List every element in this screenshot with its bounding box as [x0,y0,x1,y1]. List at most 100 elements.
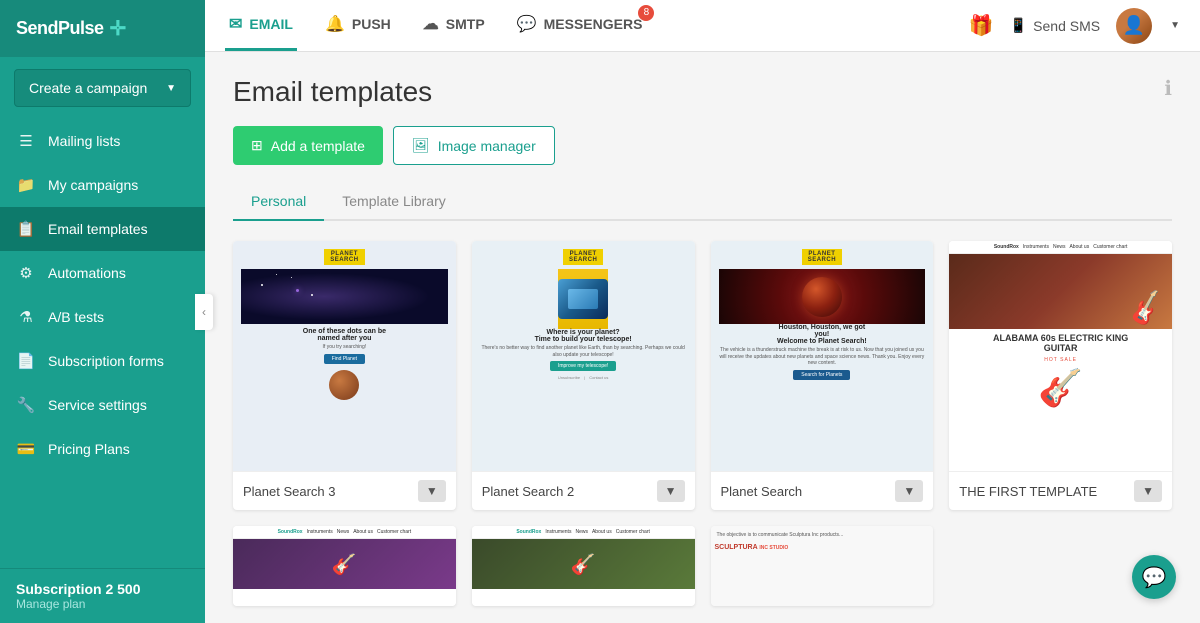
ab-tests-icon: ⚗ [16,308,36,326]
nav-item-smtp[interactable]: ☁ SMTP [419,0,489,51]
sr-title: ALABAMA 60s ELECTRIC KINGGUITAR [949,329,1172,357]
soundrox-3-preview: SoundRox Instruments News About us Custo… [472,526,695,606]
sr-guitar-img: 🎸 [949,367,1172,409]
ps3-planet-thumb [329,370,359,400]
ps-planet-image [719,269,926,324]
sidebar-item-mailing-lists[interactable]: ☰ Mailing lists [0,119,205,163]
templates-icon: 📋 [16,220,36,238]
template-thumbnail[interactable]: PLANETSEARCH One of these dots can benam… [233,241,456,471]
ps-badge: PLANETSEARCH [563,249,603,265]
template-footer: Planet Search 2 ▼ [472,471,695,510]
sidebar-item-pricing-plans[interactable]: 💳 Pricing Plans [0,427,205,471]
template-thumbnail[interactable]: SoundRox Instruments News About us Custo… [472,526,695,606]
campaigns-icon: 📁 [16,176,36,194]
template-action-dropdown[interactable]: ▼ [895,480,923,502]
sr-nav: SoundRox Instruments News About us Custo… [949,241,1172,254]
sr-hero-image: 🎸 [949,254,1172,329]
chat-button[interactable]: 💬 [1132,555,1176,599]
nav-item-label: SMTP [446,16,485,32]
user-avatar[interactable]: 👤 [1116,8,1152,44]
nav-item-email[interactable]: ✉ EMAIL [225,0,297,51]
sr-nav: SoundRox Instruments News About us Custo… [233,526,456,539]
sidebar-item-label: My campaigns [48,177,138,193]
ps-badge: PLANETSEARCH [802,249,842,265]
template-thumbnail[interactable]: SoundRox Instruments News About us Custo… [233,526,456,606]
sidebar-item-label: Automations [48,265,126,281]
sr2-hero: 🎸 [233,539,456,589]
dropdown-caret-icon: ▼ [166,83,176,94]
main-content: ✉ EMAIL 🔔 PUSH ☁ SMTP 💬 MESSENGERS 8 🎁 📱… [205,0,1200,623]
add-template-button[interactable]: ⊞ Add a template [233,126,383,165]
planet-search-3-preview: PLANETSEARCH One of these dots can benam… [233,241,456,471]
template-card-planet-search: PLANETSEARCH Houston, Houston, we gotyou… [711,241,934,510]
template-card-soundrox-2: SoundRox Instruments News About us Custo… [472,526,695,606]
push-nav-icon: 🔔 [325,14,345,34]
action-buttons: ⊞ Add a template 🖼 Image manager [233,126,1172,165]
tab-personal[interactable]: Personal [233,183,324,221]
tab-template-library[interactable]: Template Library [324,183,464,221]
nav-item-label: PUSH [352,16,391,32]
info-icon[interactable]: ℹ [1164,76,1172,101]
nav-item-messengers-wrapper: 💬 MESSENGERS 8 [513,14,655,37]
galaxy-image [241,269,448,324]
image-manager-label: Image manager [438,138,536,154]
sidebar: SendPulse ✛ Create a campaign ▼ ☰ Mailin… [0,0,205,623]
page-title: Email templates [233,76,432,108]
sidebar-item-automations[interactable]: ⚙ Automations [0,251,205,295]
planet-search-preview: PLANETSEARCH Houston, Houston, we gotyou… [711,241,934,471]
sidebar-item-email-templates[interactable]: 📋 Email templates [0,207,205,251]
ps3-cta: Find Planet [324,354,365,364]
template-action-dropdown[interactable]: ▼ [657,480,685,502]
avatar-caret-icon[interactable]: ▼ [1170,20,1180,31]
sr-brand: SoundRox [994,244,1019,250]
ps2-cta: Improve my telescope! [550,361,616,371]
sr-brand: SoundRox [516,529,541,535]
sidebar-item-ab-tests[interactable]: ⚗ A/B tests [0,295,205,339]
soundrox-2-preview: SoundRox Instruments News About us Custo… [233,526,456,606]
settings-icon: 🔧 [16,396,36,414]
template-thumbnail[interactable]: PLANETSEARCH Houston, Houston, we gotyou… [711,241,934,471]
sidebar-logo: SendPulse ✛ [0,0,205,57]
ps-badge: PLANETSEARCH [324,249,364,265]
ps2-headline: Where is your planet?Time to build your … [535,329,632,343]
messengers-badge: 8 [638,5,654,21]
sc-text: The objective is to communicate Sculptur… [715,530,930,541]
sc-logo: SCULPTURA INC STUDIO [715,544,930,551]
list-icon: ☰ [16,132,36,150]
template-card-first-template: SoundRox Instruments News About us Custo… [949,241,1172,510]
create-campaign-button[interactable]: Create a campaign ▼ [14,69,191,107]
sidebar-collapse-button[interactable]: ‹ [195,294,213,330]
sr-nav: SoundRox Instruments News About us Custo… [472,526,695,539]
image-manager-button[interactable]: 🖼 Image manager [393,126,555,165]
template-name: Planet Search [721,484,803,499]
template-thumbnail[interactable]: SoundRox Instruments News About us Custo… [949,241,1172,471]
sidebar-item-service-settings[interactable]: 🔧 Service settings [0,383,205,427]
email-nav-icon: ✉ [229,14,242,34]
template-thumbnail[interactable]: The objective is to communicate Sculptur… [711,526,934,606]
template-action-dropdown[interactable]: ▼ [1134,480,1162,502]
nav-item-label: MESSENGERS [544,16,643,32]
forms-icon: 📄 [16,352,36,370]
ps3-headline: One of these dots can benamed after you [303,328,386,342]
template-thumbnail[interactable]: PLANETSEARCH Where is your planet?Time t… [472,241,695,471]
brand-name: SendPulse [16,18,104,39]
create-campaign-label: Create a campaign [29,80,147,96]
manage-plan-link[interactable]: Manage plan [16,597,189,611]
gift-icon[interactable]: 🎁 [969,13,994,38]
send-sms-button[interactable]: 📱 Send SMS [1010,17,1100,34]
phone-icon: 📱 [1010,17,1027,34]
nav-item-messengers[interactable]: 💬 MESSENGERS [513,14,647,37]
sidebar-footer: Subscription 2 500 Manage plan [0,568,205,623]
template-footer: Planet Search ▼ [711,471,934,510]
nav-item-push[interactable]: 🔔 PUSH [321,0,395,51]
template-footer: Planet Search 3 ▼ [233,471,456,510]
template-action-dropdown[interactable]: ▼ [418,480,446,502]
ps2-links: Unsubscribe | Contact us [558,375,608,380]
sidebar-item-subscription-forms[interactable]: 📄 Subscription forms [0,339,205,383]
sidebar-item-my-campaigns[interactable]: 📁 My campaigns [0,163,205,207]
sidebar-item-label: Mailing lists [48,133,120,149]
template-grid: PLANETSEARCH One of these dots can benam… [233,241,1172,606]
chat-icon: 💬 [1142,565,1167,590]
sidebar-nav: ☰ Mailing lists 📁 My campaigns 📋 Email t… [0,119,205,568]
sidebar-item-label: Pricing Plans [48,441,130,457]
